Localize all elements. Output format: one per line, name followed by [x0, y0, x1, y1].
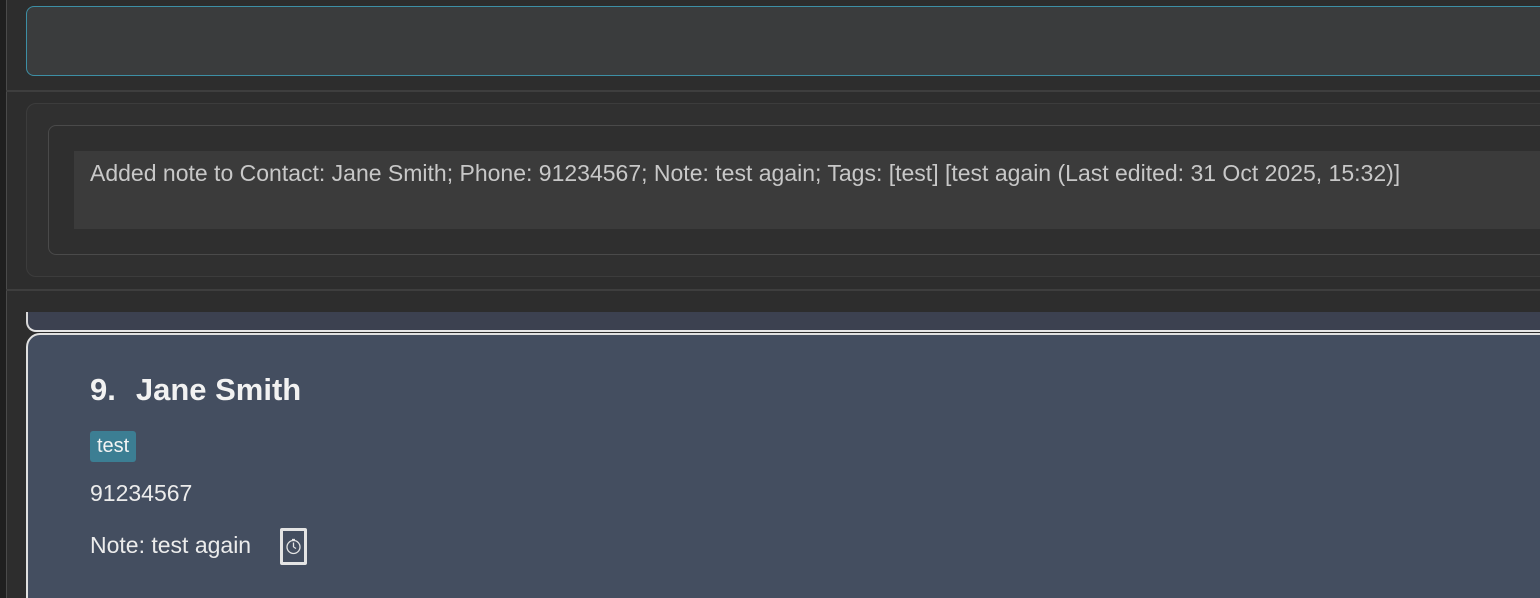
previous-card-edge — [26, 312, 1540, 332]
note-history-button[interactable] — [280, 528, 307, 565]
person-phone: 91234567 — [90, 480, 193, 506]
result-message: Added note to Contact: Jane Smith; Phone… — [90, 160, 1401, 186]
divider — [6, 289, 1540, 291]
tag-badge: test — [90, 431, 137, 462]
app-window: Added note to Contact: Jane Smith; Phone… — [0, 0, 1540, 598]
person-index: 9. — [90, 372, 116, 407]
person-note: Note: test again — [90, 532, 252, 558]
clock-icon — [286, 538, 301, 555]
person-name: Jane Smith — [135, 372, 302, 407]
command-input[interactable] — [26, 6, 1540, 76]
person-card-title: 9. Jane Smith — [90, 372, 301, 408]
divider — [6, 90, 1540, 92]
